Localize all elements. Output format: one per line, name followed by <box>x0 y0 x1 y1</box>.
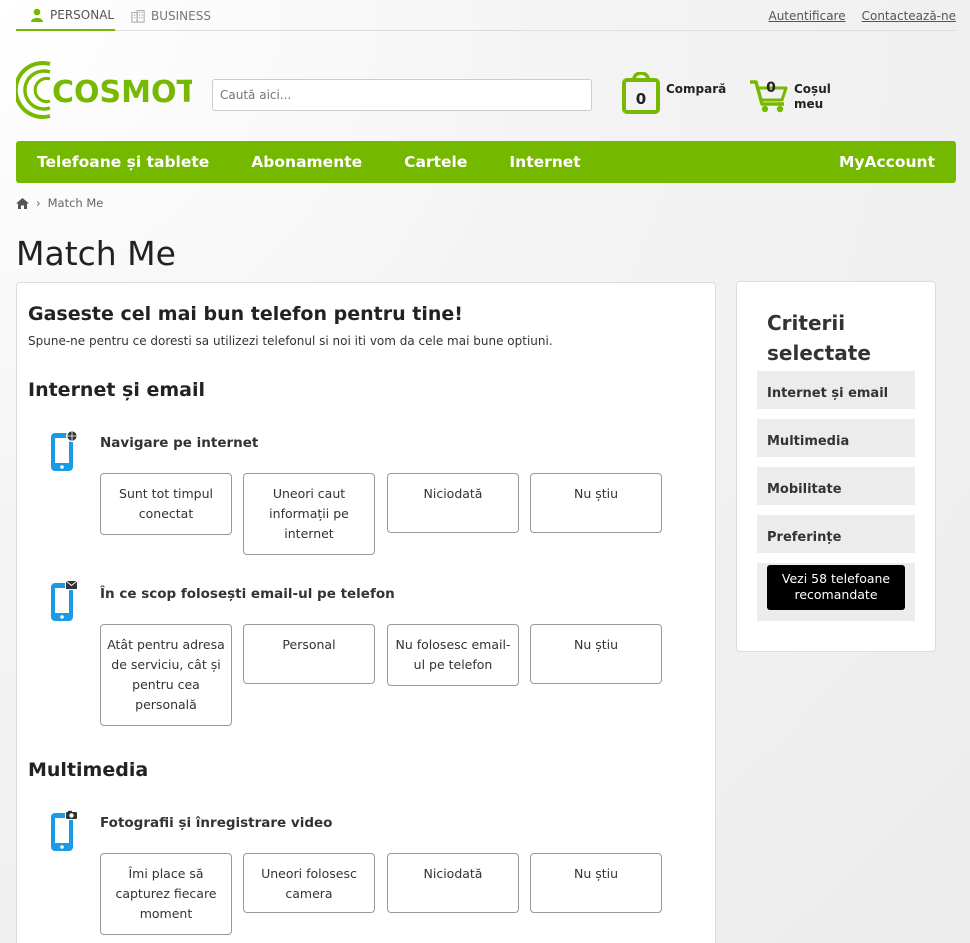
breadcrumb-separator-icon: › <box>36 196 41 210</box>
cart-label: Coșul meu <box>794 82 831 112</box>
compare-button[interactable]: 0 Compară <box>622 72 726 114</box>
nav-item-subscriptions[interactable]: Abonamente <box>251 153 362 171</box>
breadcrumb: › Match Me <box>16 196 103 210</box>
breadcrumb-current: Match Me <box>47 196 104 210</box>
panel-subtitle: Spune-ne pentru ce doresti sa utilizezi … <box>28 334 553 348</box>
cart-count: 0 <box>766 80 776 96</box>
option-email-work-and-personal[interactable]: Atât pentru adresa de serviciu, cât și p… <box>100 624 232 726</box>
criteria-title-line2: selectate <box>767 341 871 365</box>
option-dont-know-camera[interactable]: Nu știu <box>530 853 662 913</box>
option-dont-know-email[interactable]: Nu știu <box>530 624 662 684</box>
logo-text: COSMOTE <box>52 75 192 110</box>
nav-item-myaccount[interactable]: MyAccount <box>839 153 935 171</box>
nav-item-internet[interactable]: Internet <box>509 153 580 171</box>
cart-icon: 0 <box>750 80 788 113</box>
top-bar: PERSONAL BUSINESS Autentificare Contacte… <box>16 0 956 31</box>
criteria-mobility[interactable]: Mobilitate <box>757 467 915 505</box>
criteria-title: Criterii selectate <box>767 308 871 368</box>
tab-personal-label: PERSONAL <box>50 7 115 22</box>
criteria-internet-email[interactable]: Internet și email <box>757 371 915 409</box>
home-icon[interactable] <box>16 197 29 209</box>
phone-email-icon <box>51 580 78 621</box>
tab-personal[interactable]: PERSONAL <box>16 0 115 31</box>
page-title: Match Me <box>16 234 176 273</box>
phone-globe-icon <box>51 430 78 471</box>
option-email-none[interactable]: Nu folosesc email-ul pe telefon <box>387 624 519 686</box>
option-never-camera[interactable]: Niciodată <box>387 853 519 913</box>
cosmote-logo[interactable]: COSMOTE <box>16 58 192 122</box>
compare-label: Compară <box>666 82 727 96</box>
cart-label-line2: meu <box>794 97 824 111</box>
nav-item-prepaid[interactable]: Cartele <box>404 153 467 171</box>
criteria-multimedia[interactable]: Multimedia <box>757 419 915 457</box>
option-email-personal[interactable]: Personal <box>243 624 375 684</box>
compare-count: 0 <box>636 90 646 108</box>
option-never-browse[interactable]: Niciodată <box>387 473 519 533</box>
option-sometimes-search[interactable]: Uneori caut informații pe internet <box>243 473 375 555</box>
section-title-internet: Internet și email <box>28 379 206 401</box>
search-input[interactable] <box>212 79 592 111</box>
nav-item-phones[interactable]: Telefoane și tablete <box>37 153 209 171</box>
cta-wrapper: Vezi 58 telefoane recomandate <box>757 563 915 621</box>
user-icon <box>31 8 43 22</box>
main-nav: Telefoane și tablete Abonamente Cartele … <box>16 141 956 183</box>
criteria-title-line1: Criterii <box>767 311 846 335</box>
tab-business-label: BUSINESS <box>151 8 211 23</box>
phone-camera-icon <box>51 810 78 851</box>
tab-business[interactable]: BUSINESS <box>131 0 211 31</box>
cart-label-line1: Coșul <box>794 82 831 96</box>
match-me-panel: Gaseste cel mai bun telefon pentru tine!… <box>16 282 716 943</box>
criteria-preferences[interactable]: Preferințe <box>757 515 915 553</box>
panel-headline: Gaseste cel mai bun telefon pentru tine! <box>28 303 463 325</box>
see-recommended-phones-button[interactable]: Vezi 58 telefoane recomandate <box>767 565 905 610</box>
option-capture-every-moment[interactable]: Îmi place să capturez fiecare moment <box>100 853 232 935</box>
selected-criteria-panel: Criterii selectate Internet și email Mul… <box>736 281 936 652</box>
building-icon <box>131 9 145 23</box>
option-sometimes-camera[interactable]: Uneori folosesc camera <box>243 853 375 913</box>
question-browsing-label: Navigare pe internet <box>100 435 259 451</box>
top-links: Autentificare Contactează-ne <box>768 9 956 23</box>
option-dont-know-browse[interactable]: Nu știu <box>530 473 662 533</box>
cart-button[interactable]: 0 Coșul meu <box>748 78 831 114</box>
question-photo-label: Fotografii și înregistrare video <box>100 815 333 831</box>
question-email-label: În ce scop folosești email-ul pe telefon <box>100 586 395 602</box>
contact-link[interactable]: Contactează-ne <box>862 9 956 23</box>
compare-bag-icon: 0 <box>622 72 660 114</box>
login-link[interactable]: Autentificare <box>768 9 845 23</box>
section-title-multimedia: Multimedia <box>28 759 149 781</box>
option-always-connected[interactable]: Sunt tot timpul conectat <box>100 473 232 535</box>
